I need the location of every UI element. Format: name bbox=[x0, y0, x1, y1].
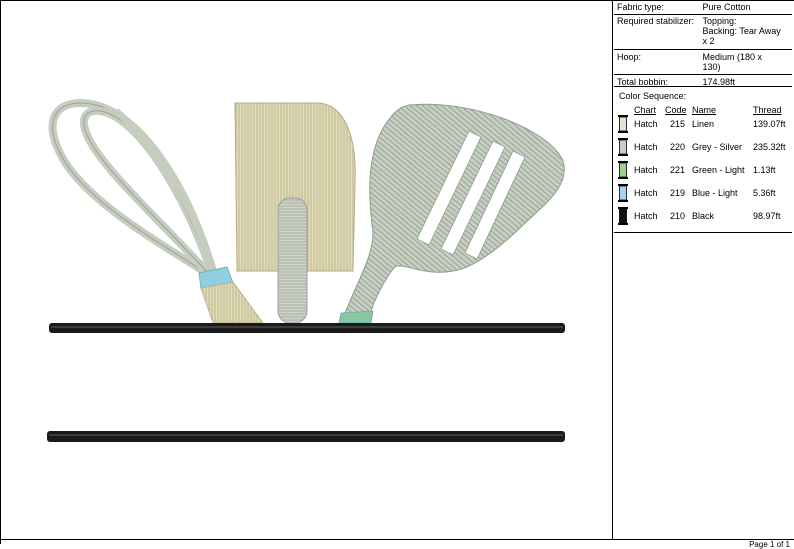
row-chart: Hatch bbox=[634, 211, 658, 221]
info-divider bbox=[614, 14, 792, 15]
turner-graphic bbox=[338, 103, 565, 324]
thread-spool-icon bbox=[618, 115, 628, 133]
panel-divider bbox=[612, 0, 613, 540]
row-chart: Hatch bbox=[634, 188, 658, 198]
row-chart: Hatch bbox=[634, 142, 658, 152]
embroidery-design-preview bbox=[47, 99, 565, 442]
whisk-graphic bbox=[48, 99, 264, 324]
hoop-value-line2: 130) bbox=[702, 62, 721, 72]
row-code: 219 bbox=[670, 188, 686, 198]
color-sequence-title: Color Sequence: bbox=[619, 91, 687, 101]
hoop-label: Hoop: bbox=[617, 52, 642, 62]
row-name: Black bbox=[692, 211, 715, 221]
info-divider bbox=[614, 74, 792, 75]
frame-bottom-border bbox=[0, 539, 794, 540]
section-divider bbox=[614, 86, 792, 87]
row-thread: 235.32ft bbox=[753, 142, 786, 152]
fabric-row: Fabric type: Pure Cotton bbox=[614, 2, 792, 12]
bottom-black-bar bbox=[47, 431, 565, 442]
fabric-value: Pure Cotton bbox=[702, 2, 751, 12]
color-sequence-row: Hatch 219 Blue - Light 5.36ft bbox=[614, 183, 792, 203]
row-name: Green - Light bbox=[692, 165, 745, 175]
color-sequence-row: Hatch 210 Black 98.97ft bbox=[614, 206, 792, 226]
row-thread: 98.97ft bbox=[753, 211, 781, 221]
row-code: 220 bbox=[670, 142, 686, 152]
row-name: Blue - Light bbox=[692, 188, 738, 198]
color-sequence-row: Hatch 221 Green - Light 1.13ft bbox=[614, 160, 792, 180]
fabric-label: Fabric type: bbox=[617, 2, 665, 12]
thread-spool-icon bbox=[618, 138, 628, 156]
color-sequence-row: Hatch 220 Grey - Silver 235.32ft bbox=[614, 137, 792, 157]
thread-spool-icon bbox=[618, 184, 628, 202]
row-chart: Hatch bbox=[634, 119, 658, 129]
color-sequence-row: Hatch 215 Linen 139.07ft bbox=[614, 114, 792, 134]
section-divider bbox=[614, 232, 792, 233]
thread-spool-icon bbox=[618, 161, 628, 179]
stabilizer-label: Required stabilizer: bbox=[617, 16, 695, 26]
design-info-table: Fabric type: Pure Cotton Required stabil… bbox=[614, 2, 792, 87]
row-name: Grey - Silver bbox=[692, 142, 743, 152]
row-thread: 139.07ft bbox=[753, 119, 786, 129]
stabilizer-row: Required stabilizer: Topping: Backing: T… bbox=[614, 16, 792, 46]
spatula-graphic bbox=[234, 102, 356, 324]
row-code: 221 bbox=[670, 165, 686, 175]
page-number: Page 1 of 1 bbox=[749, 540, 790, 549]
stabilizer-backing: Backing: Tear Away bbox=[702, 26, 781, 36]
hoop-row: Hoop: Medium (180 x 130) bbox=[614, 52, 792, 72]
info-divider bbox=[614, 49, 792, 50]
hoop-value-line1: Medium (180 x bbox=[702, 52, 763, 62]
row-chart: Hatch bbox=[634, 165, 658, 175]
stabilizer-count: x 2 bbox=[702, 36, 715, 46]
row-thread: 1.13ft bbox=[753, 165, 776, 175]
row-code: 210 bbox=[670, 211, 686, 221]
row-name: Linen bbox=[692, 119, 715, 129]
thread-spool-icon bbox=[618, 207, 628, 225]
row-thread: 5.36ft bbox=[753, 188, 776, 198]
stabilizer-topping: Topping: bbox=[702, 16, 737, 26]
row-code: 215 bbox=[670, 119, 686, 129]
